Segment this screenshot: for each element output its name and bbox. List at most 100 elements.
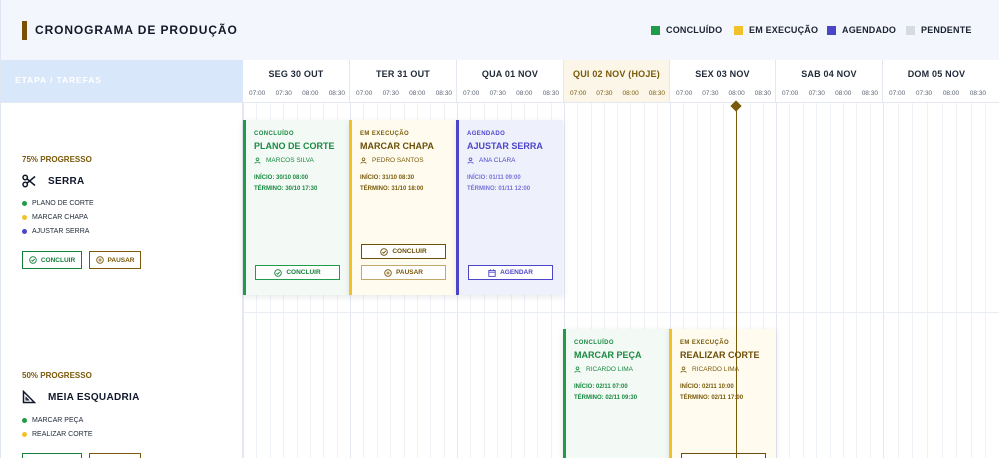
- time-ticks: 07:00 07:30 08:00 08:30: [356, 90, 452, 97]
- scissors-icon: [22, 174, 36, 188]
- day-header: DOM 05 NOV 07:00 07:30 08:00 08:30: [883, 60, 999, 103]
- stage-name: MEIA ESQUADRIA: [48, 392, 140, 403]
- time-tick: 07:00: [356, 90, 373, 97]
- grid-line: [927, 103, 928, 458]
- card-assignee: RICARDO LIMA: [680, 366, 768, 373]
- button-label: CONCLUIR: [286, 269, 321, 276]
- grid-line: [776, 103, 777, 458]
- task-label: PLANO DE CORTE: [32, 199, 94, 207]
- card-dates: INÍCIO: 31/10 08:30 TÉRMINO: 31/10 18:00: [360, 173, 448, 195]
- day-label: SEG 30 OUT: [268, 69, 324, 79]
- card-dates: INÍCIO: 02/11 07:00 TÉRMINO: 02/11 09:30: [574, 382, 662, 404]
- start-time: INÍCIO: 30/10 08:00: [254, 175, 309, 181]
- button-label: CONCLUIR: [40, 256, 76, 264]
- time-tick: 07:30: [702, 90, 719, 97]
- legend-swatch: [827, 25, 836, 35]
- card-title: AJUSTAR SERRA: [467, 141, 543, 151]
- concluir-button[interactable]: [22, 453, 82, 458]
- pausar-button[interactable]: [89, 453, 141, 458]
- legend-swatch: [651, 25, 660, 35]
- time-tick: 07:30: [275, 90, 292, 97]
- concluir-button[interactable]: [681, 453, 766, 458]
- day-header: QUA 01 NOV 07:00 07:30 08:00 08:30: [457, 60, 564, 103]
- time-ticks: 07:00 07:30 08:00 08:30: [782, 90, 878, 97]
- task-card-ajustar-serra[interactable]: AGENDADO AJUSTAR SERRA ANA CLARA INÍCIO:…: [456, 120, 563, 295]
- user-icon: [254, 157, 261, 164]
- day-header-today: QUI 02 NOV (HOJE) 07:00 07:30 08:00 08:30: [564, 60, 670, 103]
- legend-label: AGENDADO: [842, 25, 897, 35]
- list-item: REALIZAR CORTE: [22, 427, 93, 441]
- day-label: DOM 05 NOV: [907, 69, 966, 79]
- task-card-marcar-peca[interactable]: CONCLUÍDO MARCAR PEÇA RICARDO LIMA INÍCI…: [563, 329, 670, 458]
- calendar-icon: [488, 268, 496, 277]
- time-tick: 07:30: [808, 90, 825, 97]
- legend-label: CONCLUÍDO: [666, 25, 723, 35]
- end-time: TÉRMINO: 02/11 17:00: [680, 395, 744, 401]
- check-circle-icon: [274, 268, 283, 277]
- grid-line: [843, 103, 844, 458]
- time-tick: 07:00: [782, 90, 799, 97]
- concluir-button[interactable]: CONCLUIR: [22, 251, 82, 269]
- start-time: INÍCIO: 31/10 08:30: [360, 175, 415, 181]
- task-card-marcar-chapa[interactable]: EM EXECUÇÃO MARCAR CHAPA PEDRO SANTOS IN…: [349, 120, 456, 295]
- day-header: SAB 04 NOV 07:00 07:30 08:00 08:30: [776, 60, 883, 103]
- status-dot: [22, 431, 27, 437]
- day-label: QUI 02 NOV (HOJE): [573, 69, 660, 79]
- button-label: CONCLUIR: [392, 248, 427, 255]
- pausar-button[interactable]: PAUSAR: [89, 251, 141, 269]
- user-icon: [680, 366, 687, 373]
- agendar-button[interactable]: AGENDAR: [468, 265, 553, 280]
- check-circle-icon: [29, 256, 37, 264]
- day-header: SEG 30 OUT 07:00 07:30 08:00 08:30: [243, 60, 350, 103]
- end-time: TÉRMINO: 31/10 18:00: [360, 186, 424, 192]
- day-label: SEX 03 NOV: [695, 69, 750, 79]
- grid-line: [971, 103, 972, 458]
- time-tick: 08:30: [648, 90, 665, 97]
- status-dot: [22, 228, 27, 234]
- time-tick: 07:00: [570, 90, 587, 97]
- card-title: REALIZAR CORTE: [680, 350, 760, 360]
- status-dot: [22, 200, 27, 206]
- end-time: TÉRMINO: 30/10 17:30: [254, 186, 318, 192]
- card-title: PLANO DE CORTE: [254, 141, 335, 151]
- time-tick: 08:00: [409, 90, 426, 97]
- time-tick: 08:30: [328, 90, 345, 97]
- pausar-button[interactable]: PAUSAR: [361, 265, 446, 280]
- start-time: INÍCIO: 01/11 09:00: [467, 175, 521, 181]
- task-label: REALIZAR CORTE: [32, 430, 93, 438]
- grid-line: [942, 103, 943, 458]
- time-tick: 08:00: [728, 90, 745, 97]
- grid-line: [912, 103, 913, 458]
- legend-item-agendado: AGENDADO: [827, 25, 896, 35]
- time-tick: 07:00: [463, 90, 480, 97]
- time-tick: 07:30: [382, 90, 399, 97]
- user-icon: [574, 366, 581, 373]
- grid-line: [803, 103, 804, 458]
- stage-name: SERRA: [48, 176, 85, 187]
- task-card-plano-de-corte[interactable]: CONCLUÍDO PLANO DE CORTE MARCOS SILVA IN…: [243, 120, 350, 295]
- card-status: CONCLUÍDO: [574, 340, 614, 346]
- legend-item-concluido: CONCLUÍDO: [651, 25, 722, 35]
- time-tick: 08:00: [835, 90, 852, 97]
- time-tick: 08:00: [942, 90, 960, 97]
- card-assignee: ANA CLARA: [467, 157, 555, 164]
- grid-line: [956, 103, 957, 458]
- grid-line: [985, 103, 986, 458]
- stage-progress: 50% PROGRESSO: [22, 371, 92, 380]
- card-status: CONCLUÍDO: [254, 131, 294, 137]
- button-label: PAUSAR: [107, 256, 135, 264]
- user-icon: [467, 157, 474, 164]
- user-icon: [360, 157, 367, 164]
- list-item: MARCAR CHAPA: [22, 210, 94, 224]
- task-label: AJUSTAR SERRA: [32, 227, 90, 235]
- concluir-button[interactable]: CONCLUIR: [361, 244, 446, 259]
- day-header: TER 31 OUT 07:00 07:30 08:00 08:30: [350, 60, 457, 103]
- button-label: AGENDAR: [500, 269, 533, 276]
- task-card-realizar-corte[interactable]: EM EXECUÇÃO REALIZAR CORTE RICARDO LIMA …: [669, 329, 776, 458]
- grid-line: [856, 103, 857, 458]
- time-tick: 07:30: [489, 90, 506, 97]
- status-dot: [22, 417, 27, 423]
- time-tick: 07:30: [596, 90, 613, 97]
- page-title: CRONOGRAMA DE PRODUÇÃO: [35, 23, 238, 37]
- concluir-button[interactable]: CONCLUIR: [255, 265, 340, 280]
